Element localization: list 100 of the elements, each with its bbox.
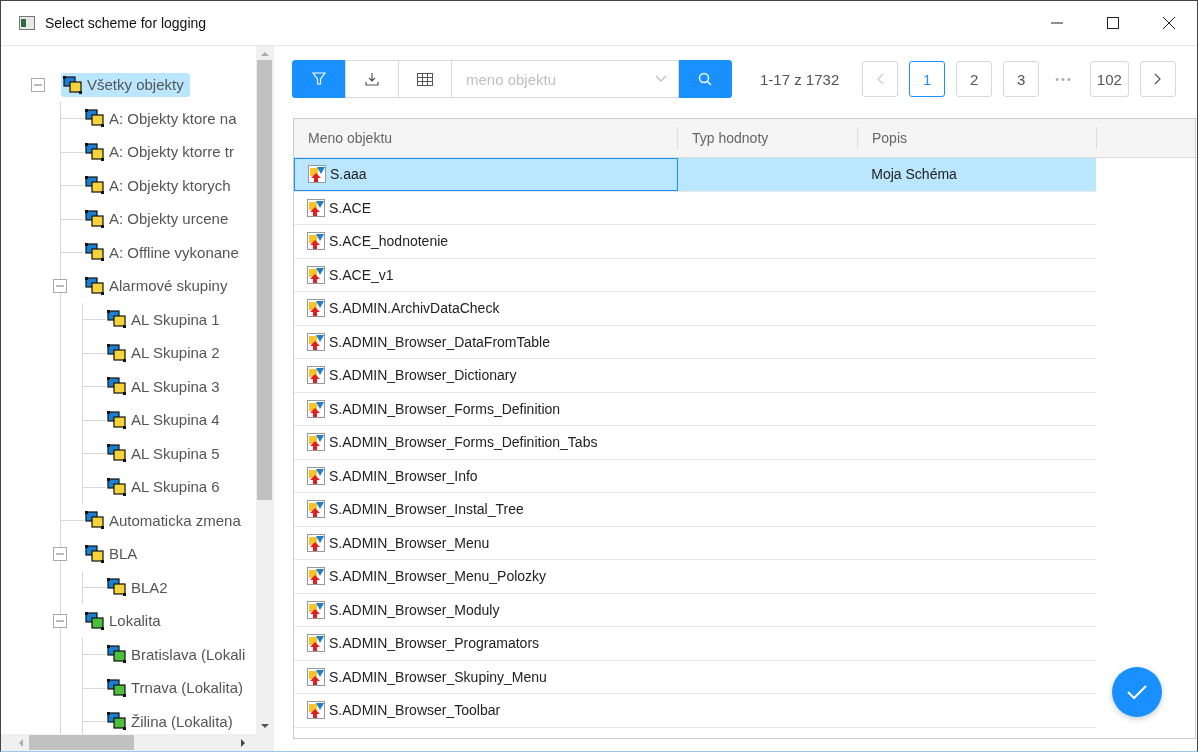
page-button[interactable]: 102 xyxy=(1089,61,1129,97)
colored-shapes-icon xyxy=(307,232,325,251)
collapse-toggle[interactable] xyxy=(53,278,67,293)
colored-shapes-icon xyxy=(307,198,325,217)
overlapping-squares-icon xyxy=(85,511,105,530)
table-icon xyxy=(417,72,433,86)
vertical-scrollbar[interactable] xyxy=(256,46,273,734)
colored-shapes-icon xyxy=(307,533,325,552)
object-name: S.ADMIN_Browser_Toolbar xyxy=(329,702,501,719)
column-header[interactable]: Meno objektu xyxy=(294,127,678,149)
tree-item[interactable]: AL Skupina 5 xyxy=(105,441,226,466)
window-title: Select scheme for logging xyxy=(45,15,208,31)
tree-item[interactable]: A: Objekty ktore na xyxy=(83,106,243,131)
tree-item[interactable]: AL Skupina 2 xyxy=(105,340,226,365)
object-name: S.ADMIN.ArchivDataCheck xyxy=(329,300,500,317)
column-header[interactable]: Popis xyxy=(858,127,1097,149)
colored-shapes-icon xyxy=(307,667,325,686)
object-name: S.ADMIN_Browser_DataFromTable xyxy=(329,333,550,350)
tree-item[interactable]: AL Skupina 1 xyxy=(105,307,226,332)
overlapping-squares-icon xyxy=(85,109,105,128)
collapse-toggle[interactable] xyxy=(31,77,45,92)
overlapping-squares-icon xyxy=(107,477,127,496)
overlapping-squares-icon xyxy=(107,444,127,463)
object-name: S.ADMIN_Browser_Info xyxy=(329,467,478,484)
collapse-toggle[interactable] xyxy=(53,546,67,561)
page-button[interactable]: 3 xyxy=(1003,61,1040,97)
next-page-button[interactable] xyxy=(1139,61,1176,97)
overlapping-squares-icon xyxy=(107,410,127,429)
tree-item[interactable]: Bratislava (Lokali xyxy=(105,642,252,667)
colored-shapes-icon xyxy=(307,399,325,418)
colored-shapes-icon xyxy=(307,634,325,653)
object-name: S.aaa xyxy=(330,166,367,183)
object-name: S.ACE_v1 xyxy=(329,266,394,283)
object-name: S.ACE_hodnotenie xyxy=(329,233,449,250)
collapse-toggle[interactable] xyxy=(53,613,67,628)
colored-shapes-icon xyxy=(307,600,325,619)
tree-item[interactable]: Automaticka zmena xyxy=(83,508,247,533)
filter-button[interactable] xyxy=(292,60,346,98)
colored-shapes-icon xyxy=(308,165,326,184)
tree-item[interactable]: AL Skupina 4 xyxy=(105,407,226,432)
colored-shapes-icon xyxy=(307,332,325,351)
chevron-left-icon xyxy=(876,73,885,85)
tree-item[interactable]: A: Offline vykonane xyxy=(83,240,245,265)
tree-item[interactable]: A: Objekty urcene xyxy=(83,206,235,231)
tree-item[interactable]: A: Objekty ktorre tr xyxy=(83,139,241,164)
overlapping-squares-icon xyxy=(63,75,83,94)
table-row[interactable]: S.aaa Moja Schéma xyxy=(294,158,1096,192)
overlapping-squares-icon xyxy=(107,645,127,664)
search-button[interactable] xyxy=(678,60,732,98)
download-icon xyxy=(365,72,379,86)
table-view-button[interactable] xyxy=(398,60,452,98)
overlapping-squares-icon xyxy=(85,209,105,228)
object-name: S.ADMIN_Browser_Instal_Tree xyxy=(329,501,524,518)
object-name: S.ADMIN_Browser_Skupiny_Menu xyxy=(329,668,547,685)
overlapping-squares-icon xyxy=(107,578,127,597)
horizontal-scrollbar[interactable] xyxy=(1,734,273,751)
overlapping-squares-icon xyxy=(85,276,105,295)
colored-shapes-icon xyxy=(307,466,325,485)
overlapping-squares-icon xyxy=(107,343,127,362)
overlapping-squares-icon xyxy=(107,377,127,396)
tree-item[interactable]: BLA2 xyxy=(105,575,174,600)
tree-item[interactable]: A: Objekty ktorych xyxy=(83,173,237,198)
tree-item[interactable]: Žilina (Lokalita) xyxy=(105,709,239,734)
search-field[interactable]: meno objektu xyxy=(451,60,679,98)
tree-item[interactable]: AL Skupina 6 xyxy=(105,474,226,499)
filter-icon xyxy=(312,72,326,86)
colored-shapes-icon xyxy=(307,366,325,385)
chevron-down-icon[interactable] xyxy=(655,75,667,83)
object-name: S.ADMIN_Browser_Menu_Polozky xyxy=(329,568,547,585)
checkmark-icon xyxy=(1126,684,1148,700)
confirm-button[interactable] xyxy=(1112,667,1162,717)
overlapping-squares-icon xyxy=(107,310,127,329)
colored-shapes-icon xyxy=(307,265,325,284)
object-name: S.ADMIN_Browser_Forms_Definition xyxy=(329,400,561,417)
tree-item[interactable]: BLA xyxy=(83,541,144,566)
overlapping-squares-icon xyxy=(85,243,105,262)
object-name: S.ADMIN_Browser_Dictionary xyxy=(329,367,517,384)
window-app-icon xyxy=(19,16,35,30)
tree-item[interactable]: Alarmové skupiny xyxy=(83,273,234,298)
page-button[interactable]: 2 xyxy=(956,61,993,97)
tree-item[interactable]: Lokalita xyxy=(83,608,167,633)
tree-item[interactable]: AL Skupina 3 xyxy=(105,374,226,399)
colored-shapes-icon xyxy=(307,567,325,586)
colored-shapes-icon xyxy=(307,299,325,318)
object-name: S.ACE xyxy=(329,199,371,216)
overlapping-squares-icon xyxy=(107,712,127,731)
ellipsis-text: ••• xyxy=(1055,73,1073,85)
search-icon xyxy=(698,72,712,86)
colored-shapes-icon xyxy=(307,433,325,452)
colored-shapes-icon xyxy=(307,500,325,519)
tree-item[interactable]: Všetky objekty xyxy=(61,72,190,97)
object-name: S.ADMIN_Browser_Moduly xyxy=(329,601,500,618)
maximize-icon xyxy=(1107,17,1119,29)
overlapping-squares-icon xyxy=(85,176,105,195)
overlapping-squares-icon xyxy=(85,611,105,630)
description-text: Moja Schéma xyxy=(871,166,957,183)
column-header[interactable]: Typ hodnoty xyxy=(678,127,858,149)
tree-item[interactable]: Trnava (Lokalita) xyxy=(105,675,249,700)
page-range-text: 1-17 z 1732 xyxy=(760,70,840,88)
overlapping-squares-icon xyxy=(85,544,105,563)
